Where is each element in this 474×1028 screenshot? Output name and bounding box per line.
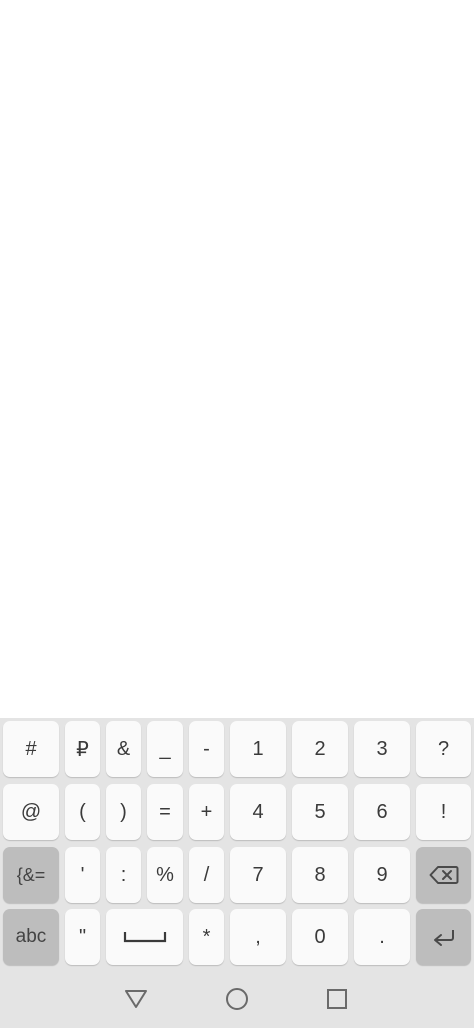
backspace-key[interactable] — [416, 847, 471, 903]
key-open-paren[interactable]: ( — [65, 784, 100, 840]
key-4[interactable]: 4 — [230, 784, 286, 840]
key-8[interactable]: 8 — [292, 847, 348, 903]
abc-key[interactable]: abc — [3, 909, 59, 965]
key-7[interactable]: 7 — [230, 847, 286, 903]
key-underscore[interactable]: _ — [147, 721, 183, 777]
key-exclamation[interactable]: ! — [416, 784, 471, 840]
back-triangle-icon — [124, 989, 148, 1014]
symbol-keyboard: # ₽ & _ - 1 2 3 ? @ ( ) = + 4 5 6 ! {&= … — [0, 718, 474, 974]
key-close-paren[interactable]: ) — [106, 784, 141, 840]
key-asterisk[interactable]: * — [189, 909, 224, 965]
system-navigation-bar — [0, 974, 474, 1028]
app-content-area — [0, 0, 474, 718]
key-5[interactable]: 5 — [292, 784, 348, 840]
space-key[interactable] — [106, 909, 183, 965]
enter-key[interactable] — [416, 909, 471, 965]
back-button[interactable] — [121, 986, 151, 1016]
symbols-page-key[interactable]: {&= — [3, 847, 59, 903]
recents-square-icon — [326, 988, 348, 1015]
key-slash[interactable]: / — [189, 847, 224, 903]
key-ruble[interactable]: ₽ — [65, 721, 100, 777]
key-9[interactable]: 9 — [354, 847, 410, 903]
key-colon[interactable]: : — [106, 847, 141, 903]
space-bar-icon — [123, 930, 167, 944]
key-hash[interactable]: # — [3, 721, 59, 777]
key-1[interactable]: 1 — [230, 721, 286, 777]
key-equals[interactable]: = — [147, 784, 183, 840]
key-6[interactable]: 6 — [354, 784, 410, 840]
key-period[interactable]: . — [354, 909, 410, 965]
key-plus[interactable]: + — [189, 784, 224, 840]
enter-icon — [431, 927, 457, 947]
key-at[interactable]: @ — [3, 784, 59, 840]
key-apostrophe[interactable]: ' — [65, 847, 100, 903]
backspace-icon — [429, 865, 459, 885]
recents-button[interactable] — [322, 986, 352, 1016]
home-circle-icon — [225, 987, 249, 1016]
key-question[interactable]: ? — [416, 721, 471, 777]
key-percent[interactable]: % — [147, 847, 183, 903]
home-button[interactable] — [222, 986, 252, 1016]
key-ampersand[interactable]: & — [106, 721, 141, 777]
key-hyphen[interactable]: - — [189, 721, 224, 777]
key-comma[interactable]: , — [230, 909, 286, 965]
key-double-quote[interactable]: " — [65, 909, 100, 965]
key-3[interactable]: 3 — [354, 721, 410, 777]
key-2[interactable]: 2 — [292, 721, 348, 777]
key-0[interactable]: 0 — [292, 909, 348, 965]
